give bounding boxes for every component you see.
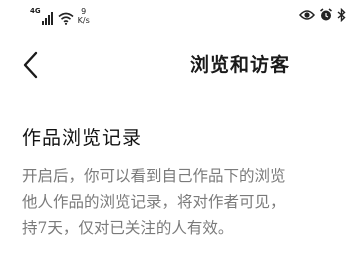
section-title: 作品浏览记录 — [22, 127, 143, 149]
bluetooth-icon — [337, 8, 346, 22]
wifi-icon — [58, 12, 74, 25]
network-speed-unit: K/s — [77, 16, 90, 25]
page-title: 浏览和访客 — [190, 54, 291, 76]
network-speed-value: 9 — [81, 7, 87, 16]
network-speed: 9 K/s — [78, 7, 90, 25]
network-type-label: 4G — [30, 7, 41, 15]
status-icons-right — [295, 8, 346, 22]
back-button[interactable] — [18, 50, 44, 80]
description-line: 持7天，仅对已关注的人有效。 — [22, 219, 234, 237]
alarm-icon — [320, 8, 332, 21]
chevron-left-icon — [23, 51, 38, 79]
eye-icon — [299, 10, 315, 20]
signal-strength-icon — [41, 12, 54, 25]
status-bar: 4G 9 K/s — [0, 0, 350, 32]
description-line: 他人作品的浏览记录，将对作者可见， — [22, 193, 286, 211]
description-line: 开启后，你可以看到自己作品下的浏览 — [22, 167, 286, 185]
section-description: 开启后，你可以看到自己作品下的浏览 他人作品的浏览记录，将对作者可见， 持7天，… — [22, 163, 350, 241]
signal-group: 4G 9 K/s — [30, 7, 90, 25]
